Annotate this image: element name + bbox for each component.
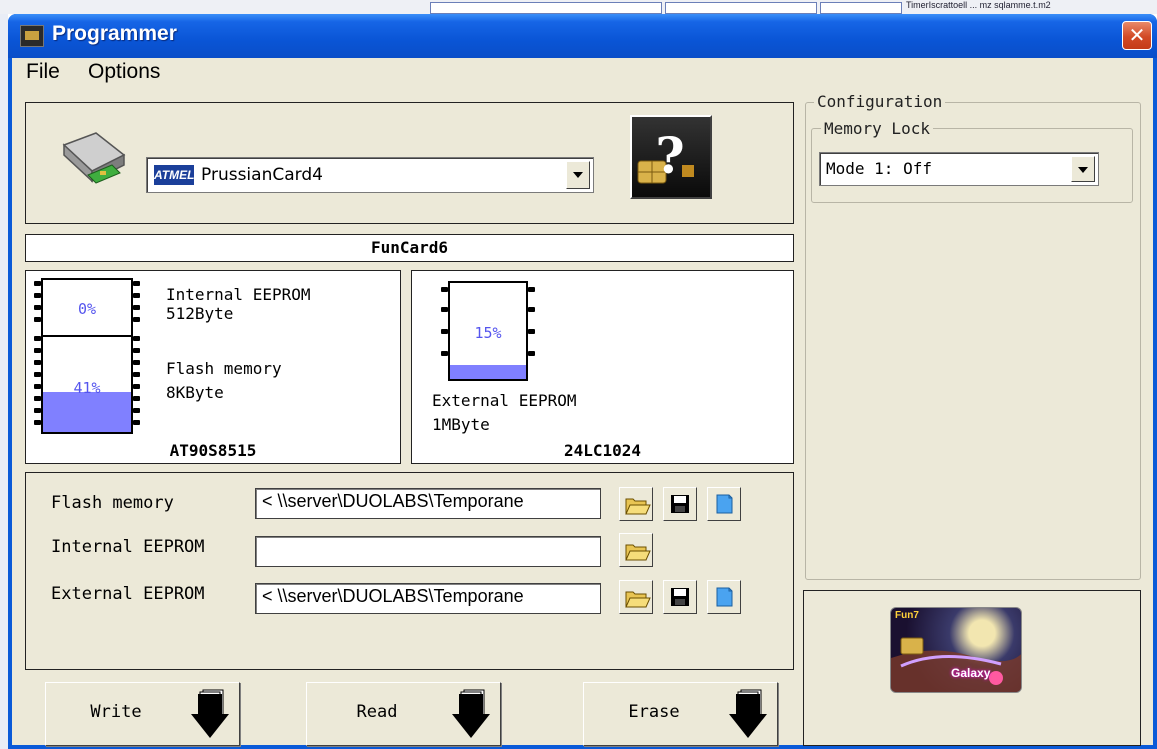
atmel-logo: ATMEL [154,165,194,185]
programmer-window: Programmer ✕ File Options ATMEL Prussian… [8,14,1157,749]
arrow-down-icon [452,689,490,738]
app-icon [20,25,44,47]
internal-file-label: Internal EEPROM [51,537,205,557]
internal-eeprom-label: Internal EEPROM [166,285,311,304]
title-bar[interactable]: Programmer ✕ [8,14,1157,58]
card-reader-icon [58,131,128,189]
external-eeprom-info: External EEPROM 1MByte [432,389,577,437]
erase-button-label: Erase [628,702,680,722]
galaxy-card-image: Fun7 Galaxy [890,607,1022,693]
main-chip-panel: 0% 41% Internal EEPROM 512Byte Flash mem… [25,270,401,464]
card-type-select[interactable]: ATMEL PrussianCard4 [146,157,594,193]
arrow-down-icon [191,689,229,738]
external-verify-button[interactable] [707,580,741,614]
chevron-down-icon[interactable] [1071,156,1095,182]
card-type-value: PrussianCard4 [201,165,323,185]
internal-file-input[interactable] [255,536,601,567]
read-button-label: Read [356,702,398,722]
arrow-down-icon [729,689,767,738]
flash-percent: 41% [73,379,101,397]
flash-open-button[interactable] [619,487,653,521]
window-title: Programmer [52,22,177,45]
folder-open-icon [625,544,651,561]
memory-lock-select[interactable]: Mode 1: Off [819,152,1099,186]
external-save-button[interactable] [663,580,697,614]
verify-document-icon [716,587,733,607]
flash-size: 8KByte [166,383,224,402]
help-card-icon[interactable]: ? [630,115,712,199]
internal-eeprom-percent: 0% [77,300,97,318]
close-button[interactable]: ✕ [1122,21,1152,50]
external-eeprom-size: 1MByte [432,415,490,434]
internal-open-button[interactable] [619,533,653,567]
menu-options[interactable]: Options [88,60,160,84]
floppy-save-icon [671,588,689,606]
floppy-save-icon [671,495,689,513]
flash-usage-fill [43,392,131,432]
card-image-panel: Fun7 Galaxy [803,590,1141,746]
card-image-corner-text: Fun7 [895,610,919,621]
card-selector-panel: ATMEL PrussianCard4 ? [25,102,794,224]
flash-file-label: Flash memory [51,493,174,513]
internal-eeprom-info: Internal EEPROM 512Byte [166,285,311,323]
flash-info: Flash memory 8KByte [166,357,282,405]
chevron-down-icon[interactable] [566,161,590,189]
write-button[interactable]: Write [45,682,240,746]
memory-lock-title: Memory Lock [821,119,933,138]
background-window-edge [0,14,8,749]
background-text: TimerIscrattoell ... mz sqlamme.t.m2 [906,0,1051,10]
background-window-strip: TimerIscrattoell ... mz sqlamme.t.m2 [0,0,1157,14]
files-panel: Flash memory < \\server\DUOLABS\Temporan… [25,472,794,670]
verify-document-icon [716,494,733,514]
external-open-button[interactable] [619,580,653,614]
external-chip-panel: 15% External EEPROM 1MByte 24LC1024 [411,270,794,464]
external-usage-fill [450,364,526,379]
external-eeprom-label: External EEPROM [432,391,577,410]
menu-bar: File Options [12,58,1153,88]
memory-lock-value: Mode 1: Off [826,159,932,178]
flash-save-button[interactable] [663,487,697,521]
flash-file-input[interactable]: < \\server\DUOLABS\Temporane [255,488,601,519]
external-file-label: External EEPROM [51,584,205,604]
folder-open-icon [625,498,651,515]
card-image-text: Galaxy [951,666,991,680]
card-name-bar: FunCard6 [25,234,794,262]
menu-file[interactable]: File [26,60,60,84]
write-button-label: Write [90,702,142,722]
flash-verify-button[interactable] [707,487,741,521]
configuration-title: Configuration [814,92,946,111]
internal-eeprom-size: 512Byte [166,304,234,323]
erase-button[interactable]: Erase [583,682,778,746]
external-file-input[interactable]: < \\server\DUOLABS\Temporane [255,583,601,614]
read-button[interactable]: Read [306,682,501,746]
flash-label: Flash memory [166,359,282,378]
folder-open-icon [625,591,651,608]
main-chip-name: AT90S8515 [169,441,257,460]
svg-text:?: ? [655,126,684,185]
at90s8515-chip: 0% 41% [41,278,133,434]
external-chip-name: 24LC1024 [563,441,642,460]
window-client-area: File Options ATMEL PrussianCard4 ? FunCa… [12,58,1153,746]
24lc1024-chip: 15% [448,281,528,381]
external-eeprom-percent: 15% [474,324,502,342]
chip-divider [43,335,131,337]
